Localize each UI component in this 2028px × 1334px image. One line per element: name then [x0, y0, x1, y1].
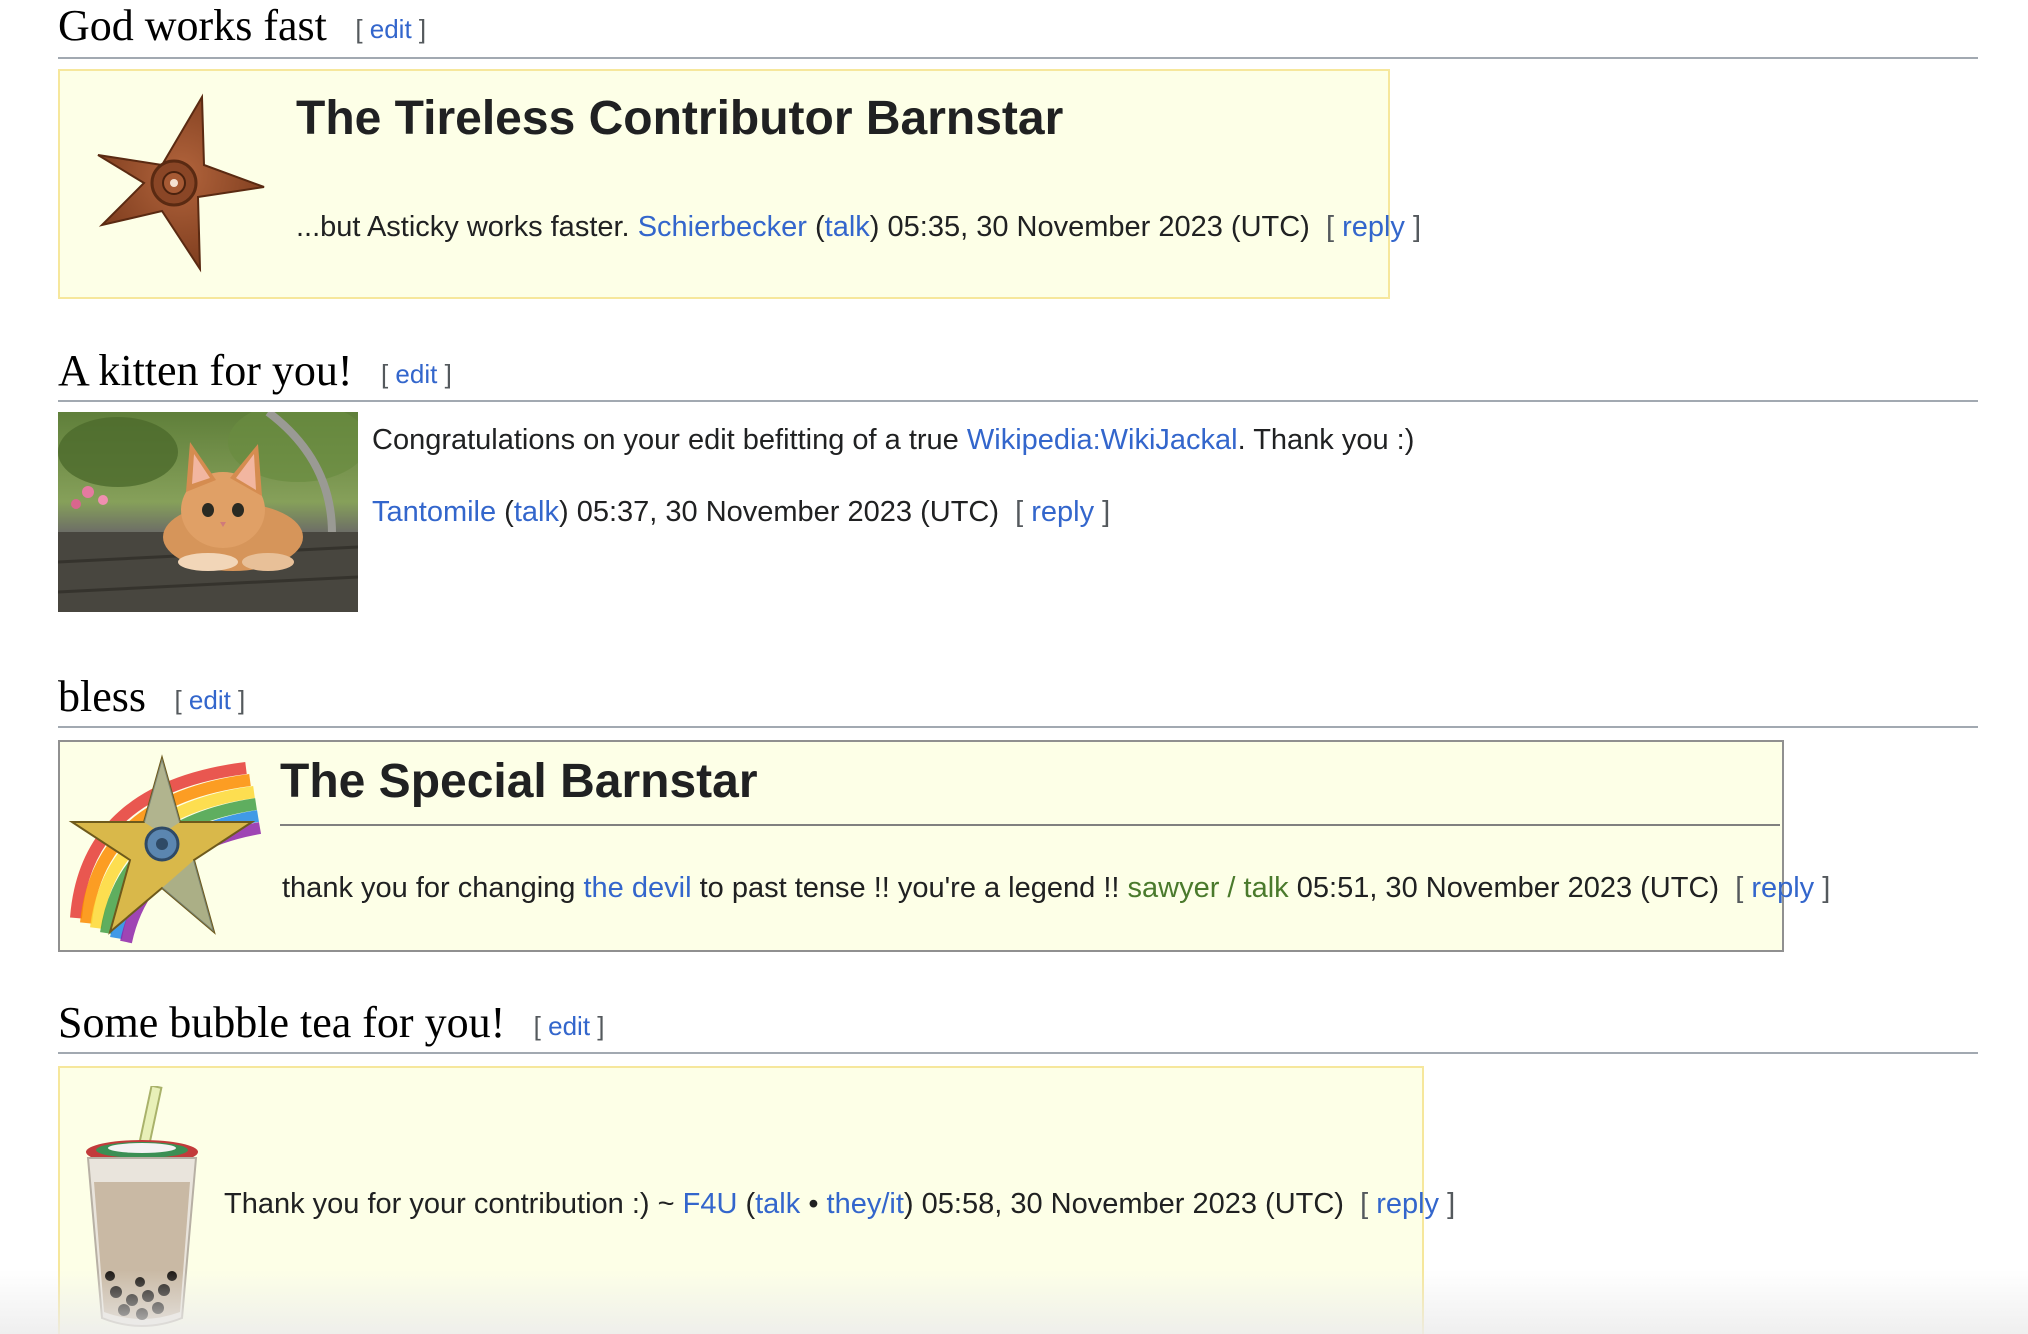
reply-link[interactable]: reply [1376, 1188, 1439, 1220]
bubble-tea-icon [86, 1086, 198, 1327]
the-devil-link[interactable]: the devil [584, 872, 692, 904]
section-heading-row: God works fast [ edit ] [58, 0, 1978, 59]
user-link[interactable]: sawyer / talk [1128, 872, 1289, 904]
section-heading: God works fast [58, 1, 327, 50]
section-bubble-tea: Some bubble tea for you! [ edit ] [58, 997, 1978, 1054]
pronouns-link[interactable]: they/it [827, 1188, 904, 1220]
message-text-end: . Thank you :) [1237, 424, 1415, 456]
message-text-end: to past tense !! you're a legend !! [699, 872, 1120, 904]
user-link[interactable]: Tantomile [372, 496, 496, 528]
section-god-works-fast: God works fast [ edit ] [58, 0, 1978, 59]
wikijackal-link[interactable]: Wikipedia:WikiJackal [967, 424, 1238, 456]
rainbow-barnstar-icon [68, 754, 262, 944]
barnstar-message: ...but Asticky works faster. Schierbecke… [296, 211, 1422, 243]
barnstar-bronze-icon [97, 93, 265, 273]
user-link[interactable]: Schierbecker [638, 211, 807, 243]
message-text: ...but Asticky works faster. [296, 211, 630, 243]
talk-link[interactable]: talk [755, 1188, 800, 1220]
edit-link[interactable]: edit [370, 14, 412, 44]
message-text: Congratulations on your edit befitting o… [372, 424, 959, 456]
message-text: Thank you for your contribution :) ~ [224, 1188, 675, 1220]
edit-link[interactable]: edit [395, 359, 437, 389]
reply-link[interactable]: reply [1751, 872, 1814, 904]
barnstar-title: The Tireless Contributor Barnstar [296, 92, 1064, 145]
section-kitten: A kitten for you! [ edit ] [58, 345, 1978, 402]
kitten-message: Congratulations on your edit befitting o… [372, 424, 1414, 457]
section-heading-row: A kitten for you! [ edit ] [58, 345, 1978, 402]
tireless-contributor-barnstar: The Tireless Contributor Barnstar ...but… [58, 69, 1421, 299]
special-barnstar: The Special Barnstar thank you for chang… [58, 740, 1830, 952]
title-divider [280, 824, 1780, 826]
barnstar-message: thank you for changing the devil to past… [282, 872, 1831, 904]
kitten-signature: Tantomile (talk) 05:37, 30 November 2023… [372, 496, 1111, 528]
edit-section-link: [ edit ] [355, 14, 427, 44]
section-heading-row: bless [ edit ] [58, 671, 1978, 728]
section-heading: Some bubble tea for you! [58, 998, 506, 1047]
user-link[interactable]: F4U [683, 1188, 738, 1220]
section-heading-row: Some bubble tea for you! [ edit ] [58, 997, 1978, 1054]
section-heading: bless [58, 672, 146, 721]
reply-link[interactable]: reply [1342, 211, 1405, 243]
message-text: thank you for changing [282, 872, 576, 904]
barnstar-title: The Special Barnstar [280, 755, 758, 808]
edit-link[interactable]: edit [189, 685, 231, 715]
talk-page: God works fast [ edit ] The Tireless Con… [0, 0, 2028, 1334]
edit-link[interactable]: edit [548, 1011, 590, 1041]
timestamp: ) 05:37, 30 November 2023 (UTC) [558, 496, 1000, 528]
edit-section-link: [ edit ] [533, 1011, 605, 1041]
edit-section-link: [ edit ] [174, 685, 246, 715]
timestamp: 05:51, 30 November 2023 (UTC) [1296, 872, 1720, 904]
timestamp: ) 05:35, 30 November 2023 (UTC) [869, 211, 1310, 243]
talk-link[interactable]: talk [825, 211, 870, 243]
award-message: Thank you for your contribution :) ~ F4U… [224, 1188, 1456, 1220]
kitten-image [58, 412, 358, 612]
timestamp: ) 05:58, 30 November 2023 (UTC) [903, 1188, 1344, 1220]
talk-link[interactable]: talk [514, 496, 559, 528]
section-heading: A kitten for you! [58, 346, 353, 395]
bubble-tea-award: Thank you for your contribution :) ~ F4U… [58, 1066, 1455, 1334]
edit-section-link: [ edit ] [380, 359, 452, 389]
section-bless: bless [ edit ] [58, 671, 1978, 728]
reply-link[interactable]: reply [1031, 496, 1094, 528]
